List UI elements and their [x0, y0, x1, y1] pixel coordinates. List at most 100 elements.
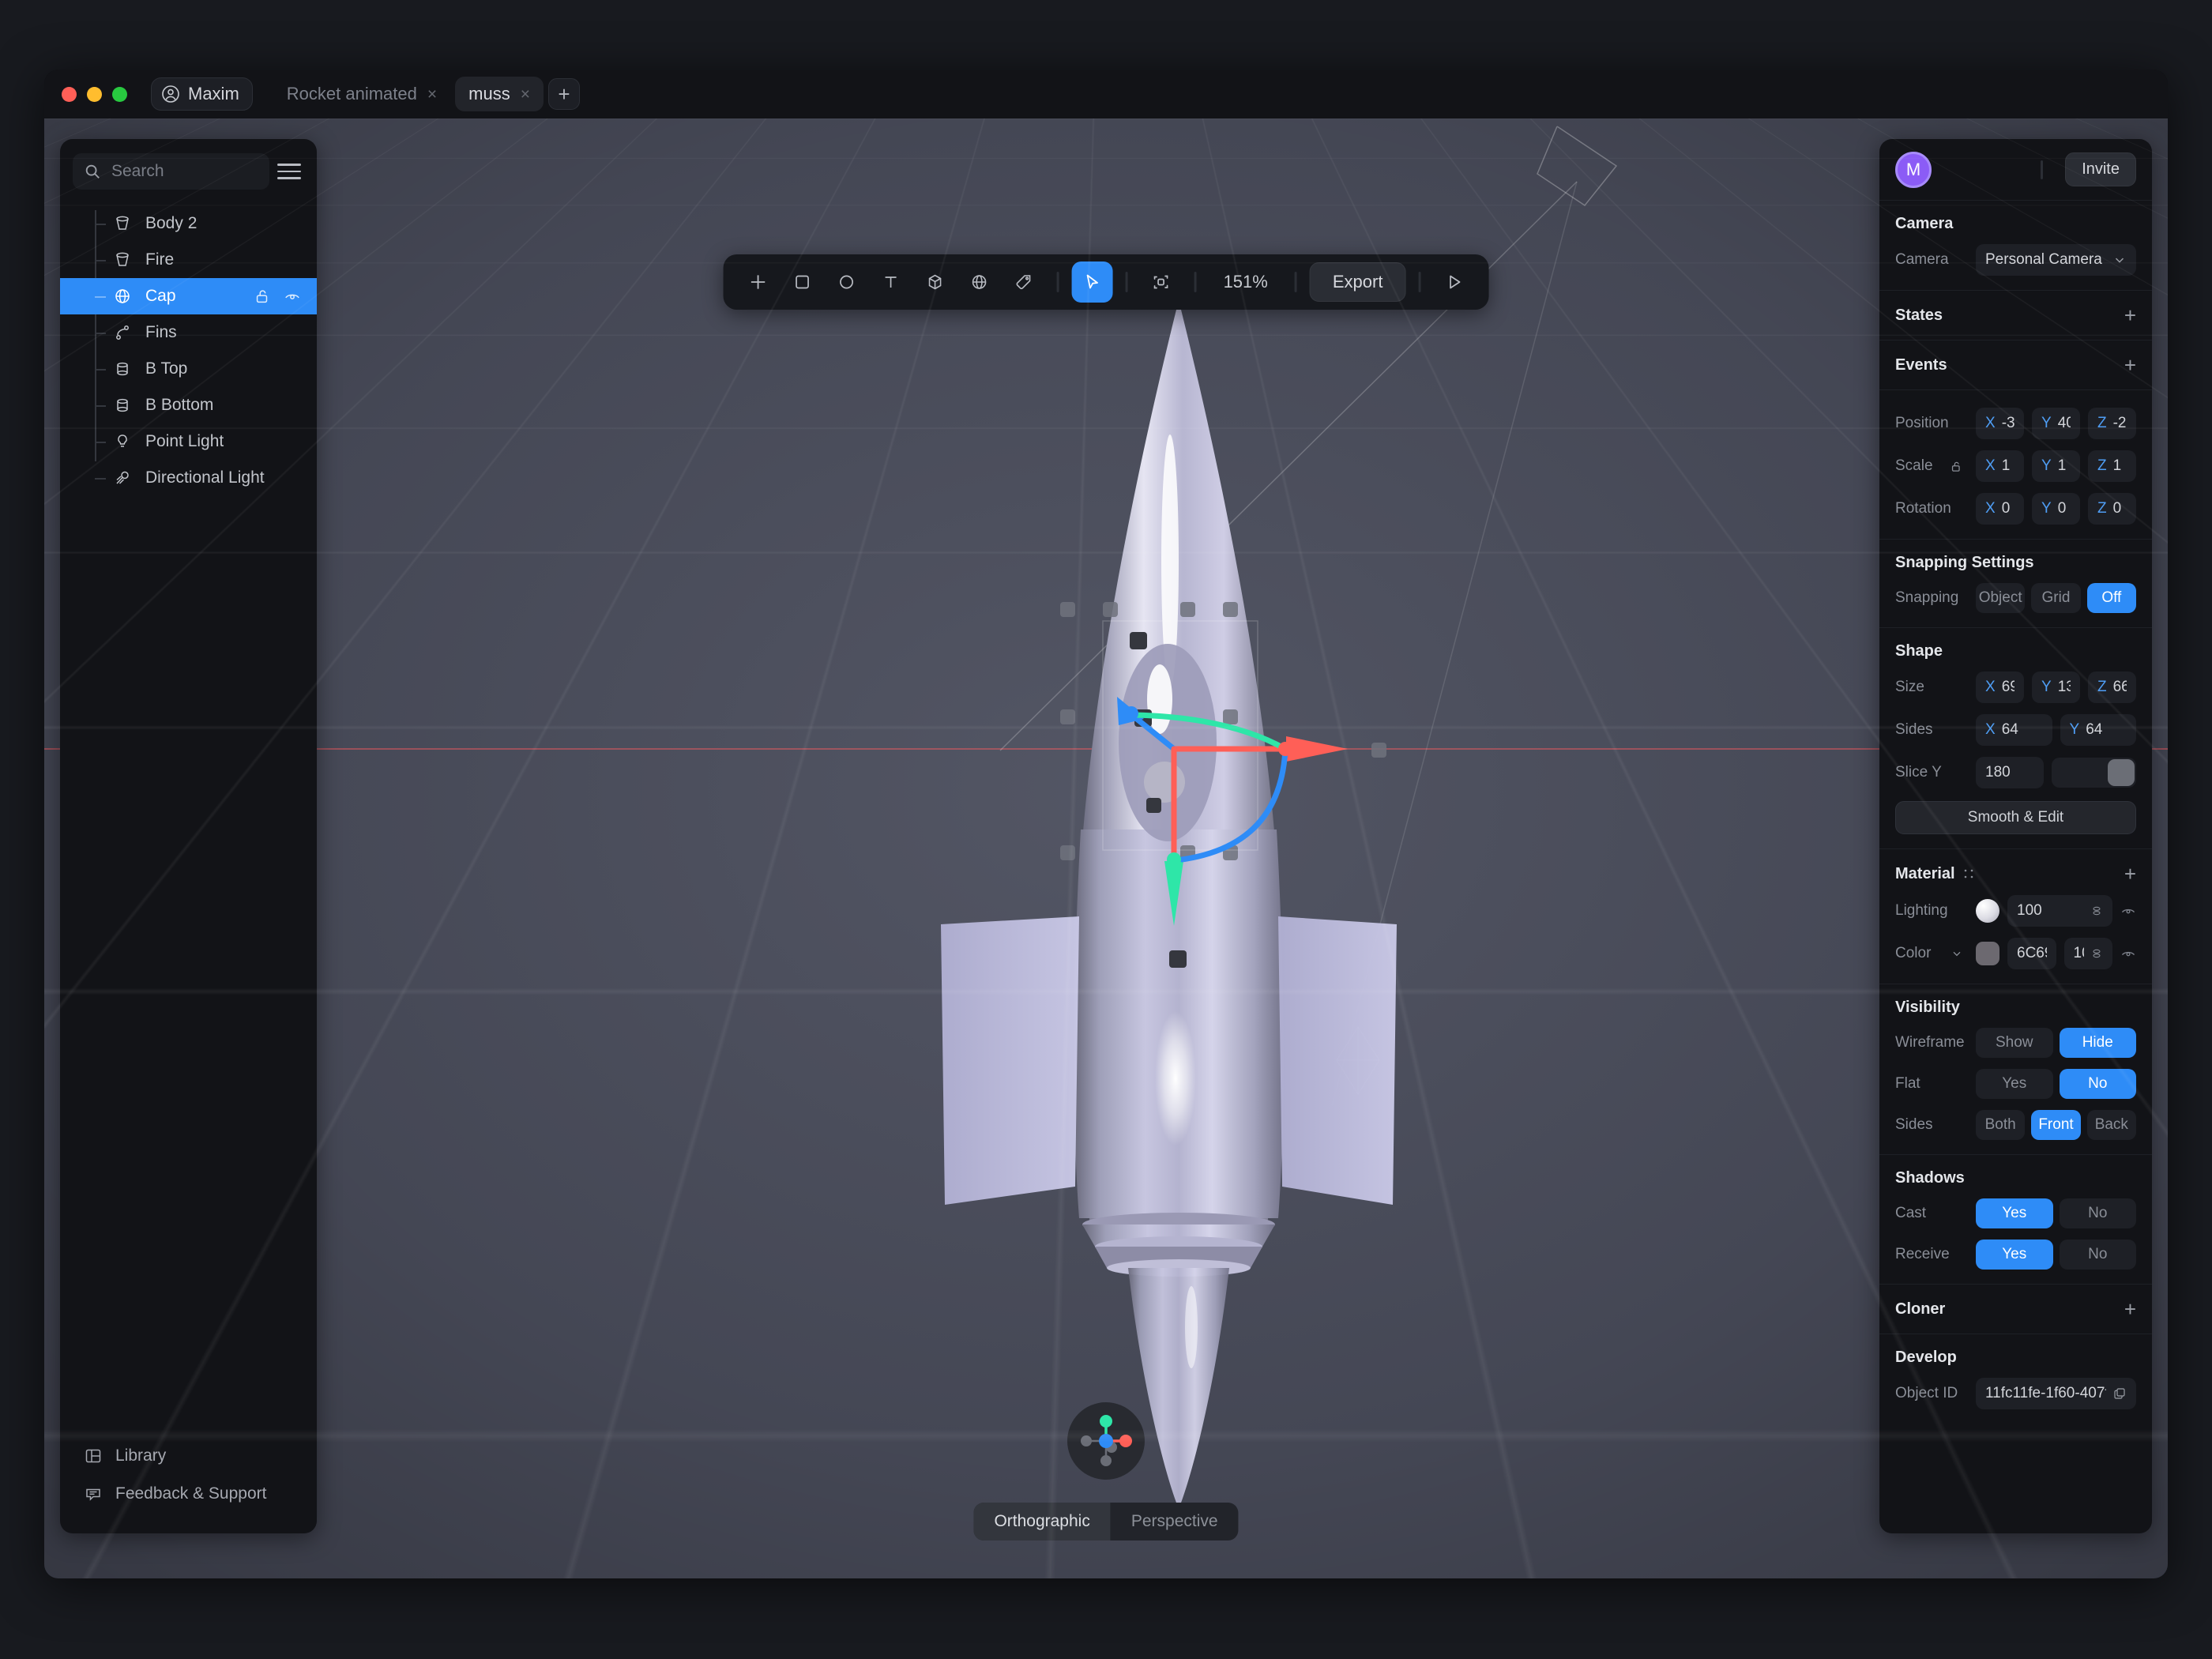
- eye-icon[interactable]: [2120, 903, 2136, 919]
- view-orientation-gizmo[interactable]: [1067, 1402, 1145, 1480]
- cast-option-yes[interactable]: Yes: [1976, 1198, 2053, 1228]
- add-material-button[interactable]: +: [2124, 863, 2136, 884]
- rotation-y-field[interactable]: Y 0: [2032, 493, 2080, 525]
- layer-item-point-light[interactable]: Point Light: [60, 423, 317, 460]
- scale-x-field[interactable]: X 1: [1976, 450, 2024, 482]
- flat-option-no[interactable]: No: [2060, 1069, 2137, 1099]
- projection-orthographic[interactable]: Orthographic: [973, 1503, 1110, 1540]
- new-tab-button[interactable]: +: [548, 78, 580, 110]
- lock-open-icon[interactable]: [254, 288, 271, 305]
- add-state-button[interactable]: +: [2124, 305, 2136, 325]
- cube-icon[interactable]: [915, 261, 956, 303]
- layer-item-fire[interactable]: Fire: [60, 242, 317, 278]
- snapping-option-object[interactable]: Object: [1976, 583, 2025, 613]
- size-y-field[interactable]: Y 133.14: [2032, 672, 2080, 703]
- close-icon[interactable]: ×: [521, 86, 530, 103]
- sphere-icon[interactable]: [959, 261, 1000, 303]
- flat-option-yes[interactable]: Yes: [1976, 1069, 2053, 1099]
- lighting-value-field[interactable]: 100: [2007, 895, 2112, 927]
- sides-row: Sides X 64 Y 64: [1895, 714, 2136, 746]
- invite-button[interactable]: Invite: [2065, 152, 2136, 186]
- size-x-field[interactable]: X 69.63: [1976, 672, 2024, 703]
- wireframe-option-hide[interactable]: Hide: [2060, 1028, 2137, 1058]
- zoom-level[interactable]: 151%: [1209, 272, 1282, 292]
- position-y-field[interactable]: Y 40.30: [2032, 408, 2080, 439]
- square-icon[interactable]: [782, 261, 823, 303]
- slice-y-field[interactable]: 180: [1976, 757, 2044, 788]
- eye-icon[interactable]: [2120, 946, 2136, 961]
- projection-perspective[interactable]: Perspective: [1111, 1503, 1239, 1540]
- circle-icon[interactable]: [826, 261, 867, 303]
- add-event-button[interactable]: +: [2124, 355, 2136, 375]
- rotation-z-field[interactable]: Z 0: [2088, 493, 2136, 525]
- receive-option-yes[interactable]: Yes: [1976, 1240, 2053, 1270]
- add-cloner-button[interactable]: +: [2124, 1299, 2136, 1319]
- minimize-window-button[interactable]: [87, 87, 102, 102]
- wireframe-option-show[interactable]: Show: [1976, 1028, 2053, 1058]
- scale-z-field[interactable]: Z 1: [2088, 450, 2136, 482]
- text-icon[interactable]: [871, 261, 912, 303]
- sides-option-both[interactable]: Both: [1976, 1110, 2025, 1140]
- feedback-support-button[interactable]: Feedback & Support: [60, 1475, 317, 1513]
- bulb-icon: [111, 430, 134, 453]
- position-z-field[interactable]: Z -29.19: [2088, 408, 2136, 439]
- scale-y-field[interactable]: Y 1: [2032, 450, 2080, 482]
- tag-icon[interactable]: [1003, 261, 1044, 303]
- cursor-icon[interactable]: [1072, 261, 1113, 303]
- rocket-model[interactable]: [44, 118, 2168, 1578]
- sides-option-front[interactable]: Front: [2031, 1110, 2080, 1140]
- layer-item-directional-light[interactable]: Directional Light: [60, 460, 317, 496]
- user-chip[interactable]: Maxim: [151, 77, 253, 111]
- position-x-field[interactable]: X -30.5: [1976, 408, 2024, 439]
- color-label: Color: [1895, 945, 1968, 962]
- sides-x-field[interactable]: X 64: [1976, 714, 2052, 746]
- camera-select[interactable]: Personal Camera: [1976, 244, 2136, 276]
- frame-icon[interactable]: [1141, 261, 1182, 303]
- export-button[interactable]: Export: [1310, 262, 1406, 302]
- search-input[interactable]: [111, 162, 258, 181]
- library-button[interactable]: Library: [60, 1437, 317, 1475]
- sphere-icon: [111, 284, 134, 308]
- layer-item-cap[interactable]: Cap: [60, 278, 317, 314]
- slice-y-slider[interactable]: [2052, 758, 2136, 788]
- wireframe-segmented: Show Hide: [1976, 1028, 2136, 1058]
- object-id-field[interactable]: 11fc11fe-1f60-407f-...: [1976, 1378, 2136, 1409]
- avatar[interactable]: M: [1895, 152, 1932, 188]
- sides-y-field[interactable]: Y 64: [2060, 714, 2137, 746]
- menu-icon[interactable]: [277, 164, 304, 179]
- projection-toggle[interactable]: Orthographic Perspective: [973, 1503, 1238, 1540]
- wireframe-label: Wireframe: [1895, 1034, 1968, 1051]
- color-hex-field[interactable]: 6C69: [2007, 938, 2056, 969]
- viewport-3d[interactable]: Body 2 Fire Cap: [44, 118, 2168, 1578]
- tab-rocket-animated[interactable]: Rocket animated ×: [273, 77, 450, 111]
- tab-muss[interactable]: muss ×: [455, 77, 544, 111]
- layer-item-fins[interactable]: Fins: [60, 314, 317, 351]
- window-controls[interactable]: [62, 87, 127, 102]
- play-icon[interactable]: [1433, 261, 1474, 303]
- color-opacity-field[interactable]: 100: [2064, 938, 2113, 969]
- smooth-edit-button[interactable]: Smooth & Edit: [1895, 801, 2136, 834]
- maximize-window-button[interactable]: [112, 87, 127, 102]
- chevron-down-icon[interactable]: [1951, 947, 1963, 960]
- slider-knob[interactable]: [2108, 759, 2135, 786]
- close-window-button[interactable]: [62, 87, 77, 102]
- add-icon[interactable]: [738, 261, 779, 303]
- layer-item-body-2[interactable]: Body 2: [60, 205, 317, 242]
- snapping-option-off[interactable]: Off: [2087, 583, 2136, 613]
- lock-open-icon[interactable]: [1950, 460, 1963, 473]
- search-box[interactable]: [73, 153, 269, 190]
- layer-label: Body 2: [145, 214, 197, 233]
- eye-icon[interactable]: [284, 288, 301, 305]
- size-z-field[interactable]: Z 66.17: [2088, 672, 2136, 703]
- cast-option-no[interactable]: No: [2060, 1198, 2137, 1228]
- layer-item-b-top[interactable]: B Top: [60, 351, 317, 387]
- close-icon[interactable]: ×: [427, 86, 437, 103]
- layer-item-b-bottom[interactable]: B Bottom: [60, 387, 317, 423]
- copy-icon[interactable]: [2112, 1386, 2127, 1401]
- color-swatch[interactable]: [1976, 942, 1999, 965]
- receive-option-no[interactable]: No: [2060, 1240, 2137, 1270]
- sides-option-back[interactable]: Back: [2087, 1110, 2136, 1140]
- snapping-option-grid[interactable]: Grid: [2031, 583, 2080, 613]
- rotation-x-field[interactable]: X 0: [1976, 493, 2024, 525]
- lighting-swatch[interactable]: [1976, 899, 1999, 923]
